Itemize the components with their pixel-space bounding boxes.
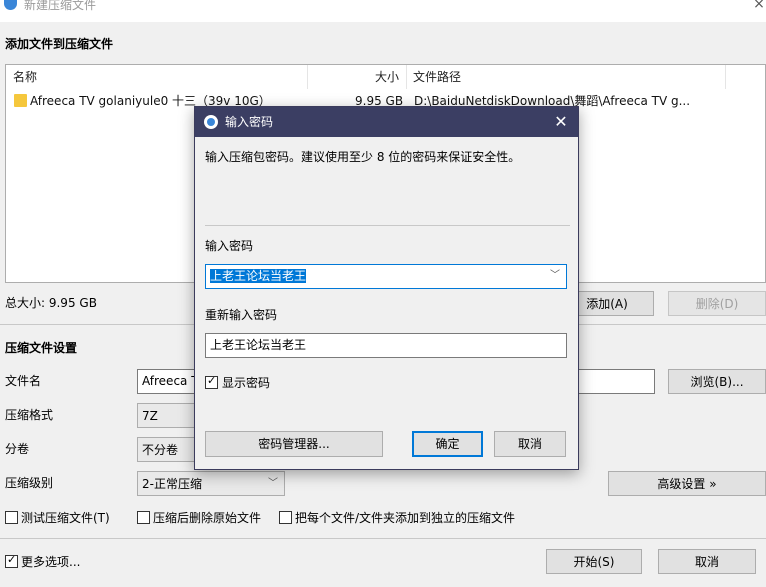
chevron-down-icon: ﹀ <box>268 478 278 489</box>
window-title: 新建压缩文件 <box>24 0 97 12</box>
column-header-size[interactable]: 大小 <box>375 65 399 89</box>
folder-icon <box>14 94 27 107</box>
level-label: 压缩级别 <box>5 476 54 490</box>
confirm-password-label: 重新输入密码 <box>205 308 278 322</box>
window-close-icon[interactable]: × <box>752 0 766 12</box>
more-options-label[interactable]: 更多选项... <box>21 554 80 570</box>
volume-value: 不分卷 <box>142 443 179 457</box>
start-button[interactable]: 开始(S) <box>546 549 642 574</box>
window-titlebar: 新建压缩文件 × <box>0 0 766 22</box>
password-dialog: 输入密码 ✕ 输入压缩包密码。建议使用至少 8 位的密码来保证安全性。 输入密码… <box>194 106 579 470</box>
volume-label: 分卷 <box>5 442 30 456</box>
password-description: 输入压缩包密码。建议使用至少 8 位的密码来保证安全性。 <box>205 150 521 164</box>
chevron-down-icon[interactable]: ﹀ <box>550 265 560 287</box>
column-header-name[interactable]: 名称 <box>13 65 37 89</box>
delete-original-checkbox[interactable] <box>137 511 150 524</box>
browse-button[interactable]: 浏览(B)... <box>668 369 766 394</box>
column-header-path[interactable]: 文件路径 <box>413 65 461 89</box>
test-archive-checkbox[interactable] <box>5 511 18 524</box>
level-value: 2-正常压缩 <box>142 477 202 491</box>
format-value: 7Z <box>142 409 158 423</box>
show-password-checkbox[interactable] <box>205 374 218 389</box>
test-archive-label[interactable]: 测试压缩文件(T) <box>21 510 110 526</box>
winrar-icon <box>4 0 17 10</box>
more-options-checkbox[interactable] <box>5 553 18 568</box>
dialog-cancel-button[interactable]: 取消 <box>494 431 566 457</box>
password-dialog-title: 输入密码 <box>225 115 274 129</box>
total-size: 总大小: 9.95 GB <box>5 296 97 310</box>
show-password-label[interactable]: 显示密码 <box>222 375 270 391</box>
column-separator <box>406 65 407 89</box>
level-select[interactable]: 2-正常压缩 ﹀ <box>137 471 285 496</box>
footer-divider <box>0 538 766 539</box>
separate-archives-label[interactable]: 把每个文件/文件夹添加到独立的压缩文件 <box>295 510 515 526</box>
advanced-settings-button[interactable]: 高级设置 » <box>608 471 766 496</box>
password-dialog-titlebar: 输入密码 ✕ <box>195 107 578 137</box>
format-label: 压缩格式 <box>5 408 54 422</box>
cancel-button[interactable]: 取消 <box>658 549 756 574</box>
dialog-divider <box>205 225 570 226</box>
password-label: 输入密码 <box>205 239 254 253</box>
delete-original-label[interactable]: 压缩后删除原始文件 <box>153 510 261 526</box>
ok-button[interactable]: 确定 <box>412 431 483 457</box>
column-separator <box>725 65 726 89</box>
separate-archives-checkbox[interactable] <box>279 511 292 524</box>
filename-label: 文件名 <box>5 374 42 388</box>
winrar-icon <box>204 115 218 129</box>
delete-button[interactable]: 删除(D) <box>668 291 766 316</box>
password-manager-button[interactable]: 密码管理器... <box>205 431 383 457</box>
settings-section-title: 压缩文件设置 <box>5 341 78 355</box>
column-separator <box>307 65 308 89</box>
confirm-password-input[interactable]: 上老王论坛当老王 <box>205 333 567 358</box>
dialog-close-icon[interactable]: ✕ <box>551 112 571 132</box>
password-value: 上老王论坛当老王 <box>210 269 307 283</box>
password-input[interactable]: 上老王论坛当老王 ﹀ <box>205 264 567 289</box>
add-section-title: 添加文件到压缩文件 <box>5 37 114 51</box>
